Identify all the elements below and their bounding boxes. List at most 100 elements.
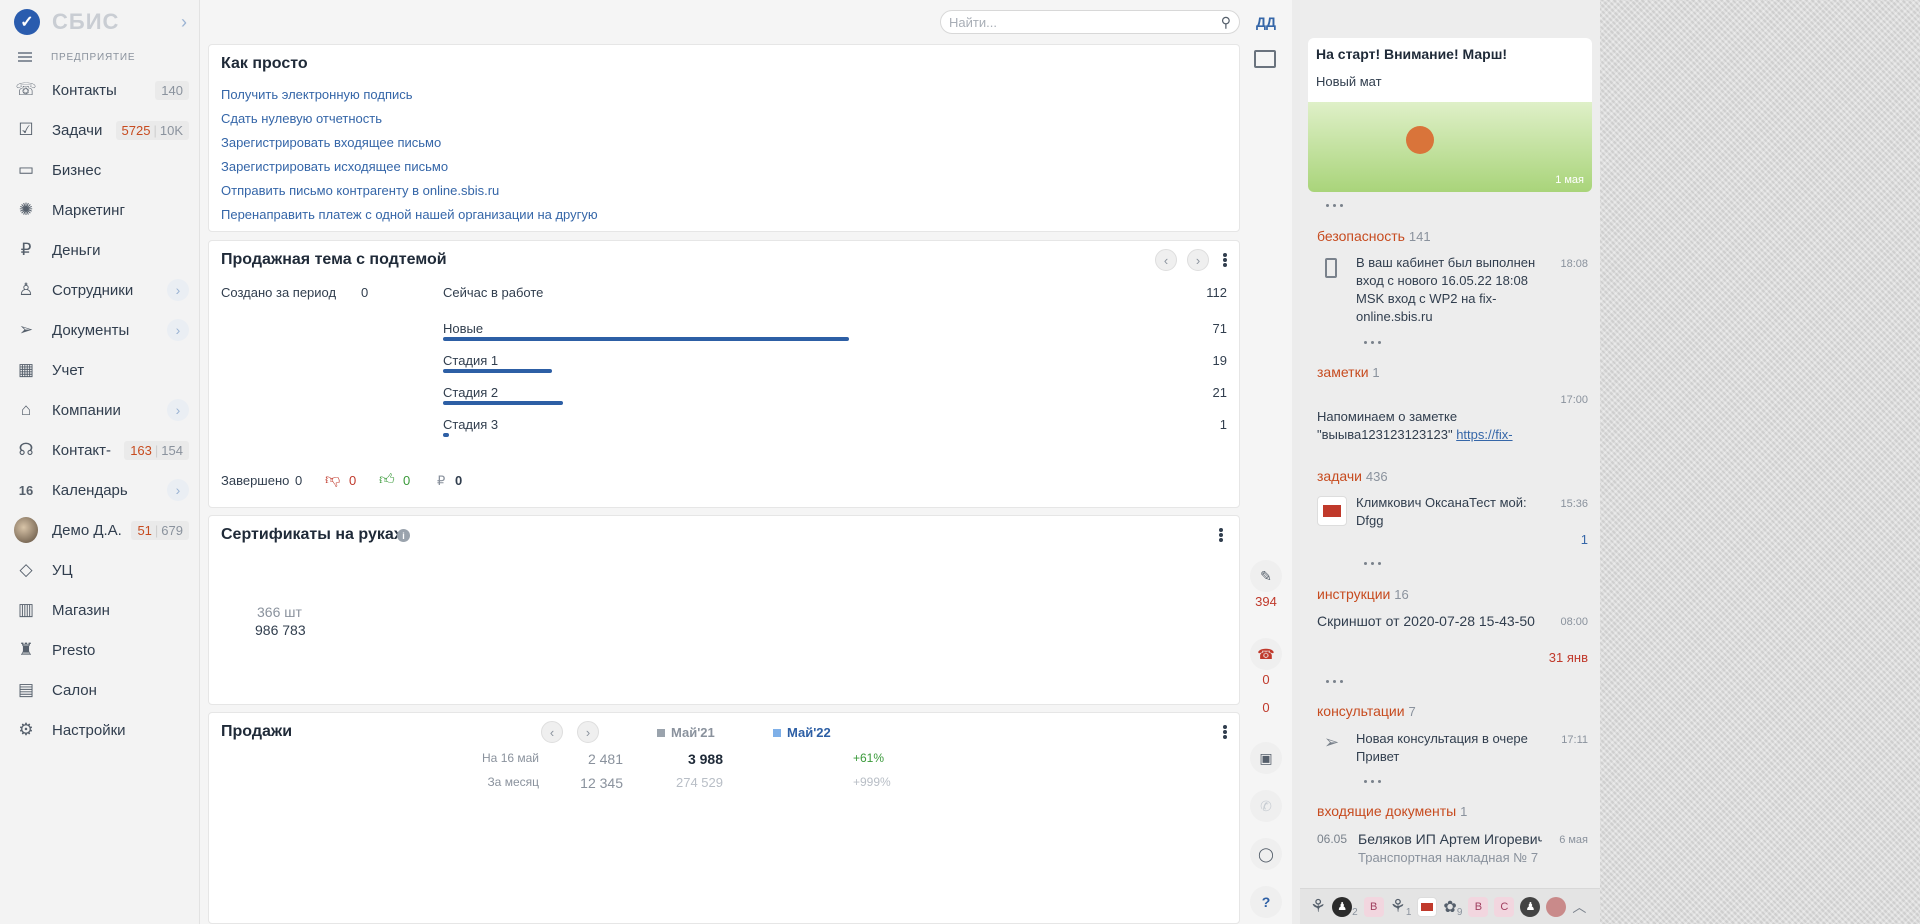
- search-box[interactable]: ⚲: [940, 10, 1240, 34]
- more-menu-icon[interactable]: [1217, 251, 1233, 269]
- sidebar-counter[interactable]: 140: [155, 80, 189, 100]
- dislike-icon[interactable]: 👎︎: [325, 471, 340, 489]
- sidebar-item[interactable]: ☑ Задачи 5725 | 10K: [0, 110, 199, 150]
- sidebar-item[interactable]: 16 Календарь ›: [0, 470, 199, 510]
- note-icon[interactable]: ▣: [1250, 742, 1282, 774]
- collapse-chevron-icon[interactable]: ›: [181, 12, 187, 33]
- easy-link[interactable]: Сдать нулевую отчетность: [221, 107, 1227, 131]
- signature-icon[interactable]: ✎: [1250, 560, 1282, 592]
- chevron-right-icon[interactable]: ›: [167, 399, 189, 421]
- tasks-dots[interactable]: [1364, 562, 1381, 565]
- sidebar-item[interactable]: ◇ УЦ: [0, 550, 199, 590]
- chat-icon[interactable]: ◯: [1250, 838, 1282, 870]
- more-menu-icon[interactable]: [1217, 723, 1233, 741]
- stage-label[interactable]: Новые: [443, 321, 483, 336]
- feed-section-consult[interactable]: консультации 7: [1317, 703, 1416, 719]
- cactus-icon[interactable]: ⚘: [1310, 896, 1326, 917]
- sidebar-item[interactable]: ⌂ Компании ›: [0, 390, 199, 430]
- easy-link[interactable]: Зарегистрировать входящее письмо: [221, 131, 1227, 155]
- menu-burger-icon[interactable]: [18, 52, 32, 62]
- feed-section-security[interactable]: безопасность 141: [1317, 228, 1431, 244]
- pigeon-icon[interactable]: ✿: [1443, 897, 1456, 917]
- stage-label[interactable]: Стадия 1: [443, 353, 498, 368]
- sidebar-item[interactable]: ☊ Контакт- 163 | 154: [0, 430, 199, 470]
- sidebar-item[interactable]: ▥ Магазин: [0, 590, 199, 630]
- avatar[interactable]: В: [1363, 896, 1384, 917]
- avatar[interactable]: [1546, 896, 1567, 917]
- incoming-text[interactable]: Беляков ИП Артем Игоревич: [1358, 830, 1542, 848]
- user-initials[interactable]: ДД: [1240, 14, 1292, 30]
- expand-up-icon[interactable]: ︿: [1572, 897, 1586, 917]
- avatar[interactable]: [1417, 896, 1438, 917]
- sidebar-item[interactable]: ▤ Салон: [0, 670, 199, 710]
- tasks-icon: ☑: [18, 120, 34, 139]
- sidebar-item[interactable]: ♜ Presto: [0, 630, 199, 670]
- feed-section-tasks[interactable]: задачи 436: [1317, 468, 1388, 484]
- sidebar-item[interactable]: ₽ Деньги: [0, 230, 199, 270]
- feed-section-notes[interactable]: заметки 1: [1317, 364, 1380, 380]
- feed-section-instructions[interactable]: инструкции 16: [1317, 586, 1409, 602]
- more-menu-icon[interactable]: [1213, 526, 1229, 544]
- notes-link[interactable]: https://fix-: [1456, 427, 1512, 442]
- easy-link[interactable]: Отправить письмо контрагенту в online.sb…: [221, 179, 1227, 203]
- sidebar-item[interactable]: ⚙ Настройки: [0, 710, 199, 750]
- dashboard-icon[interactable]: [1254, 50, 1276, 68]
- next-button[interactable]: ›: [1187, 249, 1209, 271]
- stage-label[interactable]: Стадия 3: [443, 417, 498, 432]
- search-icon[interactable]: ⚲: [1221, 14, 1231, 31]
- legend-a[interactable]: Май'21: [657, 725, 715, 740]
- sales-title[interactable]: Продажи: [221, 723, 292, 741]
- easy-link[interactable]: Зарегистрировать исходящее письмо: [221, 155, 1227, 179]
- stage-label[interactable]: Стадия 2: [443, 385, 498, 400]
- instructions-dots[interactable]: [1326, 680, 1343, 683]
- sidebar-item[interactable]: ♙ Сотрудники ›: [0, 270, 199, 310]
- consult-dots[interactable]: [1364, 780, 1381, 783]
- sidebar-item[interactable]: ➢ Документы ›: [0, 310, 199, 350]
- avatar[interactable]: ♟: [1332, 896, 1353, 917]
- sidebar-counter[interactable]: 163 | 154: [124, 440, 189, 460]
- sidebar-item[interactable]: ▭ Бизнес: [0, 150, 199, 190]
- sbis-logo-icon[interactable]: ✓: [14, 9, 40, 35]
- salon-icon: ▤: [17, 680, 35, 699]
- instructions-date: 31 янв: [1548, 650, 1588, 665]
- sidebar-counter[interactable]: 5725 | 10K: [115, 120, 189, 140]
- security-dots[interactable]: [1364, 341, 1381, 344]
- sidebar-item[interactable]: Демо Д.А. 51 | 679: [0, 510, 199, 550]
- legend-b[interactable]: Май'22: [773, 725, 831, 740]
- chevron-right-icon[interactable]: ›: [167, 319, 189, 341]
- help-icon[interactable]: ?: [1250, 886, 1282, 918]
- prev-button[interactable]: ‹: [541, 721, 563, 743]
- info-icon[interactable]: i: [397, 529, 410, 542]
- sales-theme-title[interactable]: Продажная тема с подтемой: [221, 251, 447, 269]
- tasks-text[interactable]: Климкович ОксанаТест мой: Dfgg: [1356, 494, 1546, 530]
- dislike-value: 0: [349, 473, 357, 488]
- instructions-text[interactable]: Скриншот от 2020-07-28 15-43-50: [1317, 612, 1537, 630]
- sidebar-counter[interactable]: 51 | 679: [131, 520, 189, 540]
- avatar[interactable]: ♟: [1520, 896, 1541, 917]
- sidebar-item[interactable]: ☏ Контакты 140: [0, 70, 199, 110]
- security-text[interactable]: В ваш кабинет был выполнен вход с нового…: [1356, 254, 1546, 326]
- chevron-right-icon[interactable]: ›: [167, 479, 189, 501]
- certificates-title[interactable]: Сертификаты на руках: [221, 526, 403, 544]
- phone-icon[interactable]: ✆: [1250, 790, 1282, 822]
- sidebar-item[interactable]: ✺ Маркетинг: [0, 190, 199, 230]
- missed-calls-icon[interactable]: ☎: [1250, 638, 1282, 670]
- easy-link[interactable]: Получить электронную подпись: [221, 83, 1227, 107]
- next-button[interactable]: ›: [577, 721, 599, 743]
- avatar[interactable]: В: [1468, 896, 1489, 917]
- prev-button[interactable]: ‹: [1155, 249, 1177, 271]
- sidebar-item[interactable]: ▦ Учет: [0, 350, 199, 390]
- easy-link[interactable]: Перенаправить платеж с одной нашей орган…: [221, 203, 1227, 227]
- promo-dots[interactable]: [1326, 204, 1343, 207]
- avatar[interactable]: С: [1494, 896, 1515, 917]
- chevron-right-icon[interactable]: ›: [167, 279, 189, 301]
- notes-text[interactable]: Напоминаем о заметке "выыва123123123123"…: [1317, 408, 1557, 444]
- search-input[interactable]: [949, 14, 1221, 30]
- cactus-icon[interactable]: ⚘: [1390, 896, 1406, 917]
- org-selector[interactable]: ПРЕДПРИЯТИЕ: [0, 44, 199, 70]
- like-icon[interactable]: 👍︎: [379, 471, 395, 489]
- feed-section-incoming[interactable]: входящие документы 1: [1317, 803, 1467, 819]
- consult-text[interactable]: Новая консультация в очере: [1356, 730, 1542, 748]
- logo-row[interactable]: ✓ СБИС ›: [0, 0, 199, 44]
- promo-card[interactable]: На старт! Внимание! Марш! Новый мат 1 ма…: [1308, 38, 1592, 192]
